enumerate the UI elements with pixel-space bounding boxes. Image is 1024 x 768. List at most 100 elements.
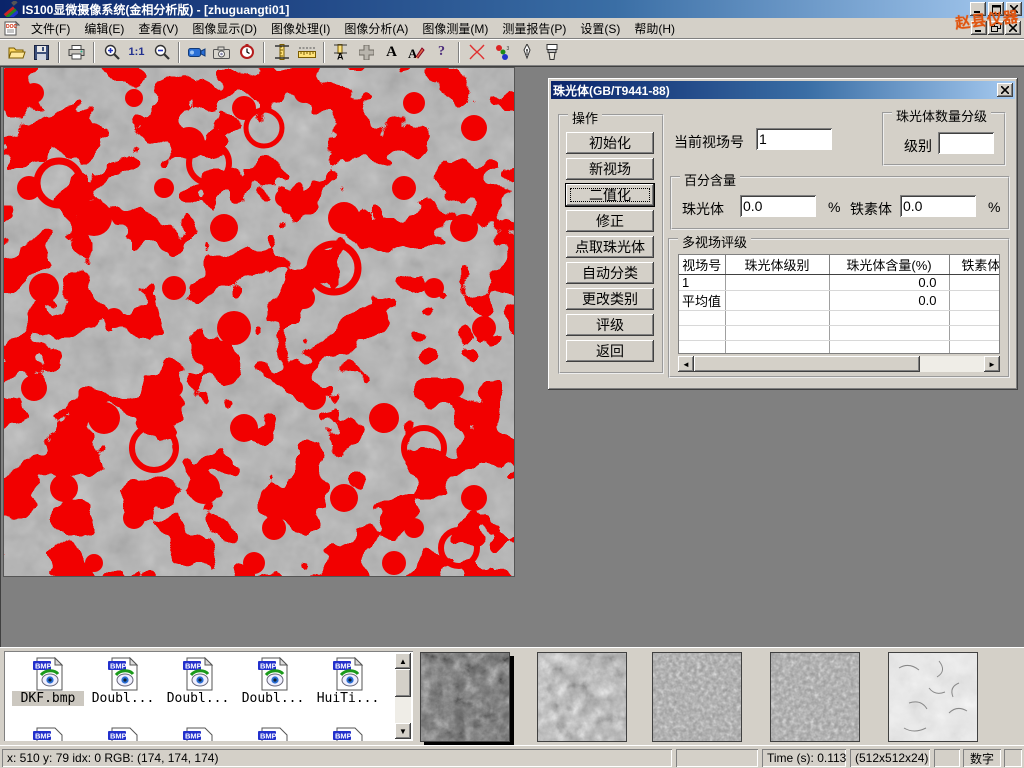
dialog-title-bar[interactable]: 珠光体(GB/T9441-88) bbox=[551, 81, 1015, 99]
video-camera-icon[interactable] bbox=[184, 41, 209, 64]
cell bbox=[725, 341, 829, 355]
svg-text:BMP: BMP bbox=[335, 662, 352, 671]
return-button[interactable]: 返回 bbox=[566, 340, 654, 362]
rate-button[interactable]: 评级 bbox=[566, 314, 654, 336]
file-browser-vscrollbar[interactable]: ▲ ▼ bbox=[395, 653, 411, 739]
curve-tool-icon[interactable] bbox=[464, 41, 489, 64]
bmp-file-icon: BMP bbox=[31, 657, 65, 691]
col-field-no[interactable]: 视场号 bbox=[679, 255, 725, 275]
thumbnail-3[interactable] bbox=[652, 652, 742, 742]
pick-pearlite-button[interactable]: 点取珠光体 bbox=[566, 236, 654, 258]
ferrite-percent-input[interactable] bbox=[900, 195, 976, 217]
menu-help[interactable]: 帮助(H) bbox=[627, 18, 682, 39]
auto-classify-button[interactable]: 自动分类 bbox=[566, 262, 654, 284]
table-hscrollbar[interactable]: ◄ ► bbox=[678, 356, 1000, 372]
file-name[interactable]: DKF.bmp bbox=[12, 691, 84, 706]
scroll-up-icon[interactable]: ▲ bbox=[395, 653, 411, 669]
table-row[interactable]: 平均值 0.0 bbox=[679, 291, 1000, 311]
file-browser[interactable]: BMP DKF.bmp BMP Doubl... BMP Doubl... bbox=[4, 651, 413, 741]
save-icon[interactable] bbox=[29, 41, 54, 64]
table-row[interactable] bbox=[679, 311, 1000, 326]
correct-button[interactable]: 修正 bbox=[566, 210, 654, 232]
phase-markers-icon[interactable]: 3 bbox=[489, 41, 514, 64]
menu-file[interactable]: 文件(F) bbox=[24, 18, 77, 39]
file-name[interactable]: Doubl... bbox=[162, 691, 234, 706]
thumbnail-4[interactable] bbox=[770, 652, 860, 742]
table-row[interactable]: 1 0.0 bbox=[679, 275, 1000, 291]
camera-icon[interactable] bbox=[209, 41, 234, 64]
thumbnail-5[interactable] bbox=[888, 652, 978, 742]
level-input[interactable] bbox=[938, 132, 994, 154]
specimen-image[interactable] bbox=[3, 67, 515, 577]
pearlite-percent-input[interactable] bbox=[740, 195, 816, 217]
file-item[interactable]: BMP Doubl... bbox=[237, 657, 309, 706]
menu-image-measure[interactable]: 图像测量(M) bbox=[415, 18, 495, 39]
brush-tool-icon[interactable] bbox=[539, 41, 564, 64]
col-pearlite-grade[interactable]: 珠光体级别 bbox=[725, 255, 829, 275]
menu-image-analysis[interactable]: 图像分析(A) bbox=[337, 18, 415, 39]
caliper-icon[interactable] bbox=[269, 41, 294, 64]
svg-text:BMP: BMP bbox=[185, 662, 202, 671]
help-icon[interactable]: ? bbox=[429, 41, 454, 64]
measure-text-icon[interactable]: A bbox=[329, 41, 354, 64]
ferrite-percent-sign: % bbox=[988, 199, 1000, 215]
file-name[interactable]: Doubl... bbox=[87, 691, 159, 706]
multi-field-table[interactable]: 视场号 珠光体级别 珠光体含量(%) 铁素体含量(%) 1 0.0 平均值 0.… bbox=[678, 254, 1000, 354]
scroll-down-icon[interactable]: ▼ bbox=[395, 723, 411, 739]
timer-clock-icon[interactable] bbox=[234, 41, 259, 64]
file-item[interactable]: BMP bbox=[162, 727, 234, 741]
col-ferrite-pct[interactable]: 铁素体含量(%) bbox=[949, 255, 1000, 275]
current-field-input[interactable] bbox=[756, 128, 832, 150]
change-class-button[interactable]: 更改类别 bbox=[566, 288, 654, 310]
zoom-in-icon[interactable] bbox=[99, 41, 124, 64]
menu-image-display[interactable]: 图像显示(D) bbox=[185, 18, 264, 39]
toolbar-separator bbox=[178, 42, 180, 63]
file-item[interactable]: BMP bbox=[237, 727, 309, 741]
actual-size-icon[interactable]: 1:1 bbox=[124, 41, 149, 64]
file-item[interactable]: BMP DKF.bmp bbox=[12, 657, 84, 706]
file-item[interactable]: BMP bbox=[12, 727, 84, 741]
cell bbox=[679, 326, 725, 341]
current-field-label: 当前视场号 bbox=[674, 132, 744, 152]
file-item[interactable]: BMP HuiTi... bbox=[312, 657, 384, 706]
menu-image-processing[interactable]: 图像处理(I) bbox=[264, 18, 337, 39]
dialog-close-icon[interactable] bbox=[997, 83, 1013, 97]
document-icon[interactable]: DOC bbox=[4, 21, 20, 36]
text-edit-icon[interactable]: A bbox=[404, 41, 429, 64]
file-item[interactable]: BMP bbox=[87, 727, 159, 741]
pen-tool-icon[interactable] bbox=[514, 41, 539, 64]
merge-cross-icon[interactable] bbox=[354, 41, 379, 64]
thumbnail-1[interactable] bbox=[420, 652, 510, 742]
cell bbox=[829, 341, 949, 355]
hscroll-thumb[interactable] bbox=[694, 356, 920, 372]
zoom-out-icon[interactable] bbox=[149, 41, 174, 64]
scroll-right-icon[interactable]: ► bbox=[984, 356, 1000, 372]
menu-measure-report[interactable]: 测量报告(P) bbox=[495, 18, 573, 39]
bmp-file-icon: BMP bbox=[256, 657, 290, 691]
table-row[interactable] bbox=[679, 341, 1000, 355]
open-file-icon[interactable] bbox=[4, 41, 29, 64]
file-name[interactable]: HuiTi... bbox=[312, 691, 384, 706]
thumbnail-2[interactable] bbox=[537, 652, 627, 742]
new-field-button[interactable]: 新视场 bbox=[566, 158, 654, 180]
file-item[interactable]: BMP Doubl... bbox=[162, 657, 234, 706]
ruler-icon[interactable] bbox=[294, 41, 319, 64]
print-icon[interactable] bbox=[64, 41, 89, 64]
file-item[interactable]: BMP bbox=[312, 727, 384, 741]
mdi-workspace: 珠光体(GB/T9441-88) 操作 初始化 新视场 二值化 修正 点取珠光体… bbox=[0, 66, 1024, 647]
menu-edit[interactable]: 编辑(E) bbox=[77, 18, 131, 39]
file-name[interactable]: Doubl... bbox=[237, 691, 309, 706]
init-button[interactable]: 初始化 bbox=[566, 132, 654, 154]
col-pearlite-pct[interactable]: 珠光体含量(%) bbox=[829, 255, 949, 275]
table-row[interactable] bbox=[679, 326, 1000, 341]
cursor-info-text: x: 510 y: 79 idx: 0 RGB: (174, 174, 174) bbox=[7, 751, 218, 765]
binarize-button[interactable]: 二值化 bbox=[566, 184, 654, 206]
bmp-file-icon: BMP bbox=[31, 727, 65, 741]
toolbar-separator bbox=[458, 42, 460, 63]
menu-view[interactable]: 查看(V) bbox=[131, 18, 185, 39]
menu-settings[interactable]: 设置(S) bbox=[573, 18, 627, 39]
text-tool-icon[interactable]: A bbox=[379, 41, 404, 64]
vscroll-thumb[interactable] bbox=[395, 669, 411, 697]
scroll-left-icon[interactable]: ◄ bbox=[678, 356, 694, 372]
file-item[interactable]: BMP Doubl... bbox=[87, 657, 159, 706]
